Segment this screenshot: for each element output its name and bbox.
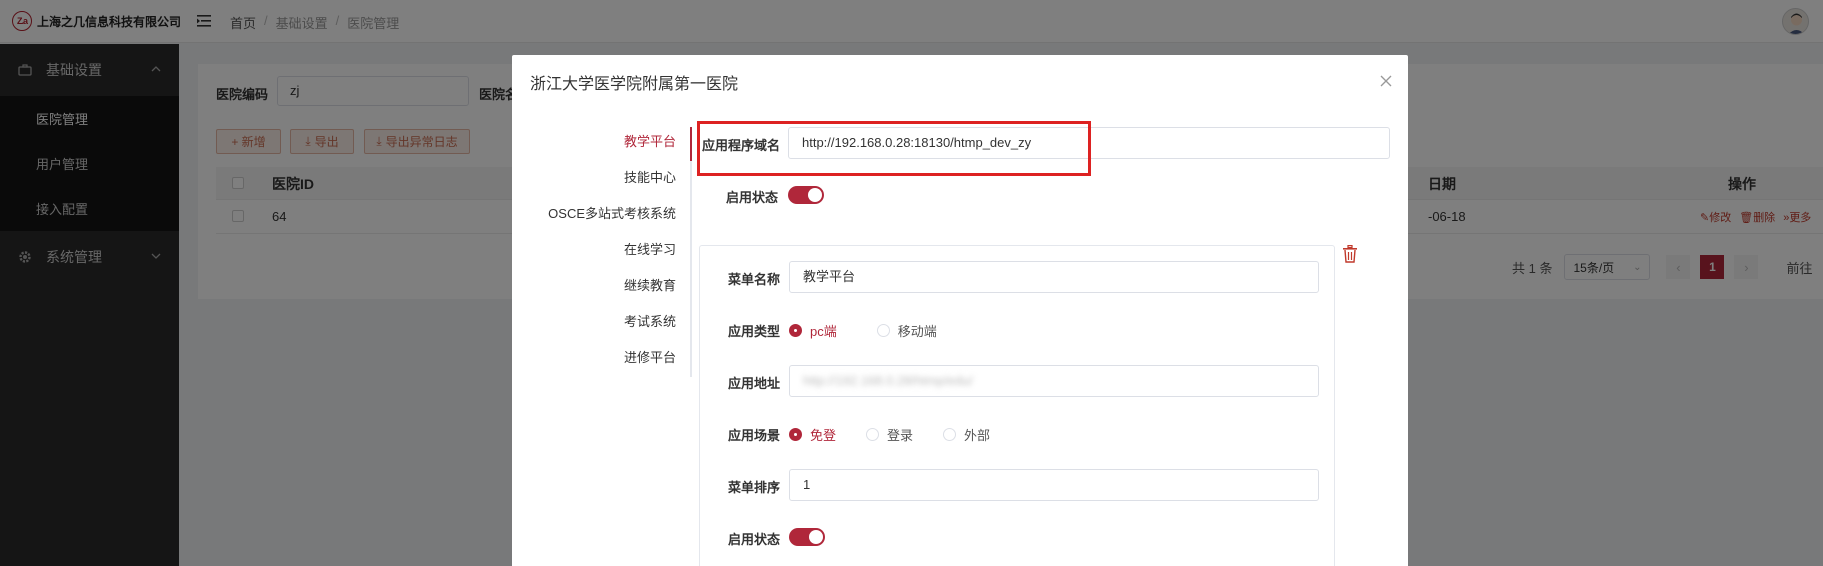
radio-label: 移动端 [897,324,937,339]
menu-order-input[interactable]: 1 [789,469,1319,501]
menu-enable-switch[interactable] [789,528,825,546]
radio-dot [943,428,957,441]
highlight-box [697,121,1091,176]
radio-label: 外部 [964,428,991,443]
enable-status-label: 启用状态 [726,190,779,205]
app-type-pc-radio[interactable]: pc端 [789,321,837,340]
app-type-mobile-radio[interactable]: 移动端 [876,321,937,340]
tab-osce[interactable]: OSCE多站式考核系统 [512,199,692,235]
switch-knob [808,188,822,202]
close-icon[interactable] [1380,75,1392,87]
radio-dot [866,428,880,441]
platform-tabs: 教学平台 技能中心 OSCE多站式考核系统 在线学习 继续教育 考试系统 进修平… [512,127,692,379]
radio-dot [789,324,802,337]
hospital-config-dialog: 浙江大学医学院附属第一医院 教学平台 技能中心 OSCE多站式考核系统 在线学习… [512,55,1408,566]
active-tab-indicator [690,127,692,161]
app-url-label: 应用地址 [728,376,781,391]
tab-continuing-education[interactable]: 继续教育 [512,271,692,307]
app-scene-radio-group: 免登 登录 外部 [789,425,1030,444]
app-type-label: 应用类型 [728,324,781,339]
radio-label: 免登 [810,428,837,443]
menu-name-label: 菜单名称 [728,272,781,287]
app-scene-label: 应用场景 [728,428,781,443]
menu-enable-label: 启用状态 [728,532,781,547]
app-url-input[interactable]: http://192.168.0.28/htmp/edu/ [789,365,1319,397]
scene-external-radio[interactable]: 外部 [943,425,990,444]
tab-teaching-platform[interactable]: 教学平台 [512,127,692,163]
scene-login-radio[interactable]: 登录 [866,425,913,444]
tab-training-platform[interactable]: 进修平台 [512,343,692,379]
app-type-radio-group: pc端 移动端 [789,321,977,340]
tabs-divider [690,127,692,377]
tab-exam-system[interactable]: 考试系统 [512,307,692,343]
radio-label: 登录 [887,428,914,443]
radio-dot [876,324,890,337]
tab-skills-center[interactable]: 技能中心 [512,163,692,199]
radio-label: pc端 [810,324,837,339]
menu-config-card [699,245,1335,566]
radio-dot [789,428,802,441]
trash-icon[interactable] [1342,245,1358,263]
switch-knob [809,530,823,544]
menu-order-label: 菜单排序 [728,480,781,495]
enable-status-switch[interactable] [788,186,824,204]
menu-name-input[interactable]: 教学平台 [789,261,1319,293]
app-url-value: http://192.168.0.28/htmp/edu/ [803,373,973,388]
tab-online-learning[interactable]: 在线学习 [512,235,692,271]
dialog-title: 浙江大学医学院附属第一医院 [530,76,739,93]
scene-no-login-radio[interactable]: 免登 [789,425,836,444]
